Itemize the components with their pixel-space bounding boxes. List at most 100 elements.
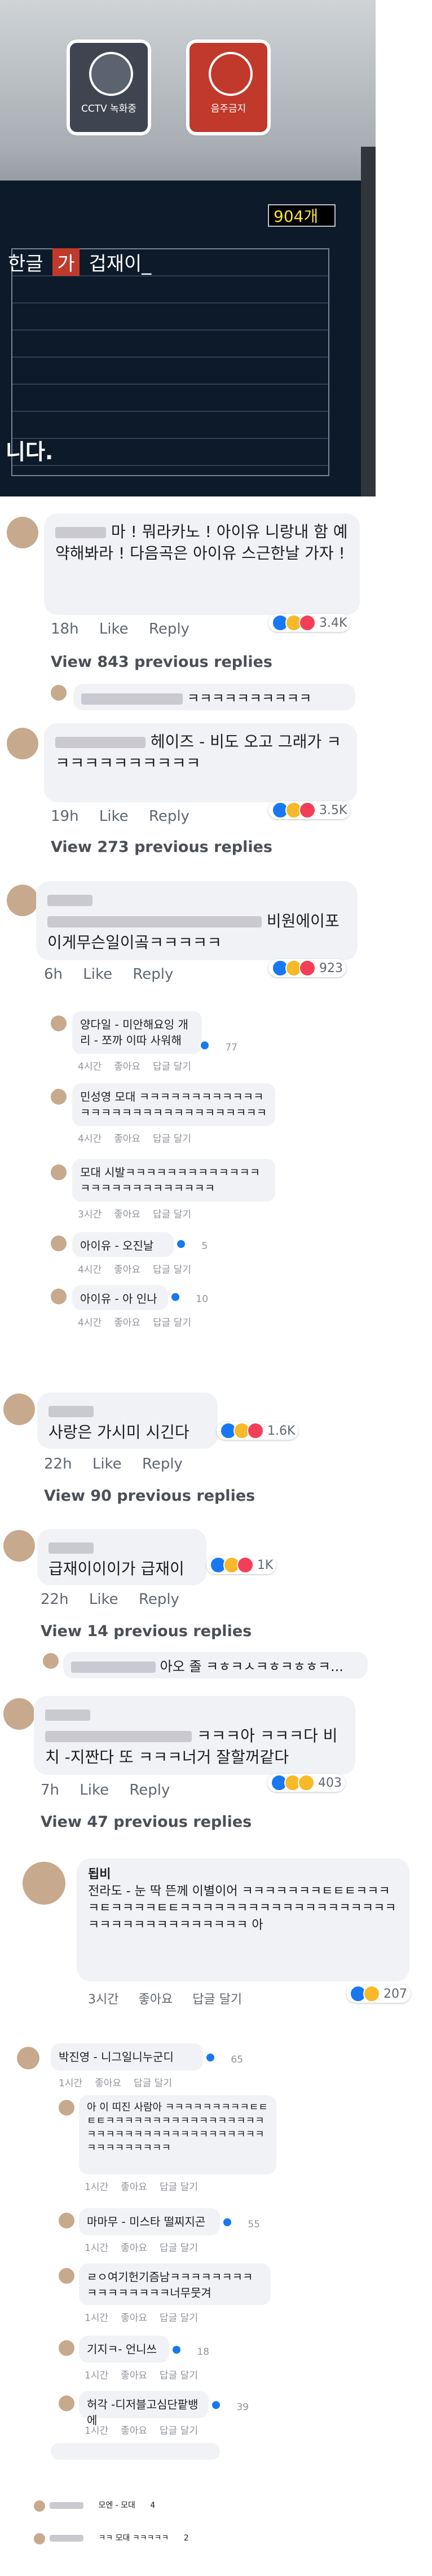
reply-link[interactable]: 답글 달기: [153, 1317, 191, 1329]
reply-bubble: 민성영 모대 ㅋㅋㅋㅋㅋㅋㅋㅋㅋㅋㅋㅋㅋㅋㅋㅋㅋㅋㅋㅋㅋㅋㅋㅋㅋㅋㅋㅋㅋㅋ: [72, 1083, 275, 1126]
reply-link[interactable]: Reply: [139, 1591, 179, 1608]
avatar[interactable]: [3, 1698, 35, 1730]
reply-bubble: 기지ㅋ- 언니쓰: [79, 2336, 169, 2363]
reaction-summary[interactable]: 1.6K: [217, 1422, 299, 1440]
reaction-summary[interactable]: 207: [346, 1985, 411, 2003]
reply-bubble: 허각 -디저블고심단팥뱅에: [79, 2391, 209, 2427]
like-link[interactable]: 좋아요: [121, 2243, 147, 2254]
reply-reaction: 55: [222, 2217, 272, 2230]
comment-actions: 6h Like Reply: [44, 966, 189, 983]
reaction-summary[interactable]: 3.4K: [268, 614, 351, 632]
reply-link[interactable]: 답글 달기: [134, 2078, 172, 2089]
like-reaction-icon: [176, 1239, 186, 1249]
avatar[interactable]: [3, 1530, 35, 1562]
reply-preview[interactable]: ㅋㅋㅋㅋㅋㅋㅋㅋㅋㅋ: [73, 684, 355, 710]
view-previous-replies[interactable]: View 90 previous replies: [44, 1487, 255, 1505]
reply-link[interactable]: 답글 달기: [153, 1264, 191, 1276]
reply-link[interactable]: Reply: [149, 808, 189, 825]
like-link[interactable]: 좋아요: [121, 2313, 147, 2324]
reaction-summary[interactable]: 923: [268, 959, 346, 977]
blurred-name: [81, 693, 183, 705]
avatar[interactable]: [3, 1393, 35, 1425]
like-link[interactable]: 좋아요: [95, 2078, 121, 2089]
cctv-icon: [89, 52, 133, 96]
reply-link[interactable]: Reply: [149, 621, 189, 638]
view-previous-replies[interactable]: View 273 previous replies: [51, 838, 272, 856]
reply-text: 마마무 - 미스타 떨찌지곤: [87, 2215, 206, 2228]
heart-reaction-icon: [299, 614, 316, 631]
reaction-summary[interactable]: 403: [267, 1774, 345, 1792]
karaoke-screen: [0, 181, 361, 496]
avatar: [34, 2500, 45, 2512]
like-link[interactable]: 좋아요: [114, 1317, 140, 1329]
reply-text: 박진영 - 니그일니누군디: [59, 2050, 174, 2064]
reply-time: 1시간: [85, 2243, 109, 2254]
avatar: [17, 2047, 39, 2069]
avatar: [51, 1236, 67, 1251]
like-link[interactable]: 좋아요: [114, 1133, 140, 1145]
like-link[interactable]: 좋아요: [138, 1993, 173, 2007]
reply-time: 1시간: [85, 2370, 109, 2381]
reply-link[interactable]: 답글 달기: [160, 2182, 198, 2193]
like-link[interactable]: 좋아요: [114, 1061, 140, 1072]
reply-link[interactable]: 답글 달기: [153, 1061, 191, 1072]
reply-link[interactable]: 답글 달기: [153, 1133, 191, 1145]
photo-margin: [376, 0, 432, 496]
reply-link[interactable]: 답글 달기: [153, 1209, 191, 1220]
like-link[interactable]: 좋아요: [114, 1264, 140, 1276]
karaoke-photo: CCTV 녹화중 음주금지 904개 한글 가 겁재이_ 니다.: [0, 0, 432, 496]
comment-actions: 22h Like Reply: [44, 1456, 199, 1472]
reply-text: ㄹㅇ여기헌기즘남ㅋㅋㅋㅋㅋㅋㅋㅋㅋㅋㅋㅋㅋㅋㅋㅋ너무뭇겨: [87, 2270, 253, 2300]
like-link[interactable]: Like: [92, 1456, 122, 1472]
song-title-suffix: 겁재이_: [89, 253, 152, 275]
like-reaction-icon: [170, 1292, 180, 1302]
like-link[interactable]: Like: [99, 808, 129, 825]
comment-time: 22h: [44, 1456, 72, 1472]
like-link[interactable]: 좋아요: [121, 2370, 147, 2381]
like-link[interactable]: Like: [83, 966, 112, 983]
like-link[interactable]: 좋아요: [114, 1209, 140, 1220]
reply-link[interactable]: 답글 달기: [160, 2425, 198, 2437]
avatar[interactable]: [7, 728, 38, 759]
comment-time: 6h: [44, 966, 63, 983]
like-link[interactable]: 좋아요: [121, 2182, 147, 2193]
like-link[interactable]: Like: [80, 1782, 109, 1799]
screen-bezel: [361, 147, 376, 496]
avatar[interactable]: [7, 885, 38, 916]
reaction-count: 5: [201, 1241, 208, 1252]
screen-lines: [11, 248, 329, 476]
reply-link[interactable]: Reply: [142, 1456, 183, 1472]
like-reaction-icon: [200, 1040, 210, 1050]
avatar[interactable]: [7, 517, 38, 548]
reaction-count: 403: [318, 1775, 342, 1790]
reply-link[interactable]: 답글 달기: [160, 2313, 198, 2324]
reaction-count: 77: [225, 1042, 238, 1053]
like-link[interactable]: Like: [99, 621, 129, 638]
reply-text: 기지ㅋ- 언니쓰: [87, 2342, 157, 2356]
reply-link[interactable]: 답글 달기: [160, 2243, 198, 2254]
reply-preview[interactable]: 아오 졸 ㅋㅎㅋㅅㅋㅎㅋㅎㅎㅋ...: [63, 1652, 368, 1678]
reply-actions: 1시간 좋아요 답글 달기: [85, 2240, 210, 2254]
view-previous-replies[interactable]: View 843 previous replies: [51, 653, 272, 671]
reply-link[interactable]: Reply: [133, 966, 173, 983]
like-link[interactable]: Like: [89, 1591, 118, 1608]
like-link[interactable]: 좋아요: [121, 2425, 147, 2437]
reply-link[interactable]: Reply: [129, 1782, 170, 1799]
reply-bubble: 마마무 - 미스타 떨찌지곤: [79, 2208, 220, 2235]
reaction-summary[interactable]: 1K: [206, 1556, 277, 1574]
reaction-count: 2: [183, 2534, 189, 2543]
reply-preview-text: 아오 졸 ㅋㅎㅋㅅㅋㅎㅋㅎㅎㅋ...: [160, 1659, 343, 1674]
reply-reaction: 39: [211, 2400, 261, 2413]
comment-author[interactable]: 됩비: [88, 1866, 398, 1883]
comment-actions: 19h Like Reply: [51, 808, 205, 825]
view-previous-replies[interactable]: View 14 previous replies: [41, 1623, 252, 1640]
reaction-count: 3.5K: [319, 803, 347, 817]
avatar[interactable]: [23, 1862, 65, 1905]
reply-link[interactable]: 답글 달기: [160, 2370, 198, 2381]
view-previous-replies[interactable]: View 47 previous replies: [41, 1813, 252, 1831]
reply-bubble: 아 이 띠진 사람아 ㅋㅋㅋㅋㅋㅋㅋㅋㅋㅌㅌㅌㅌㅋㅋㅋㅋㅋㅋㅋㅋㅋㅋㅋㅋㅋㅋㅋㅋ…: [79, 2095, 276, 2174]
reaction-summary[interactable]: 3.5K: [268, 801, 351, 819]
reply-link[interactable]: 답글 달기: [192, 1993, 242, 2007]
reply-time: 4시간: [78, 1264, 102, 1276]
reply-actions: 1시간 좋아요 답글 달기: [85, 2367, 210, 2381]
